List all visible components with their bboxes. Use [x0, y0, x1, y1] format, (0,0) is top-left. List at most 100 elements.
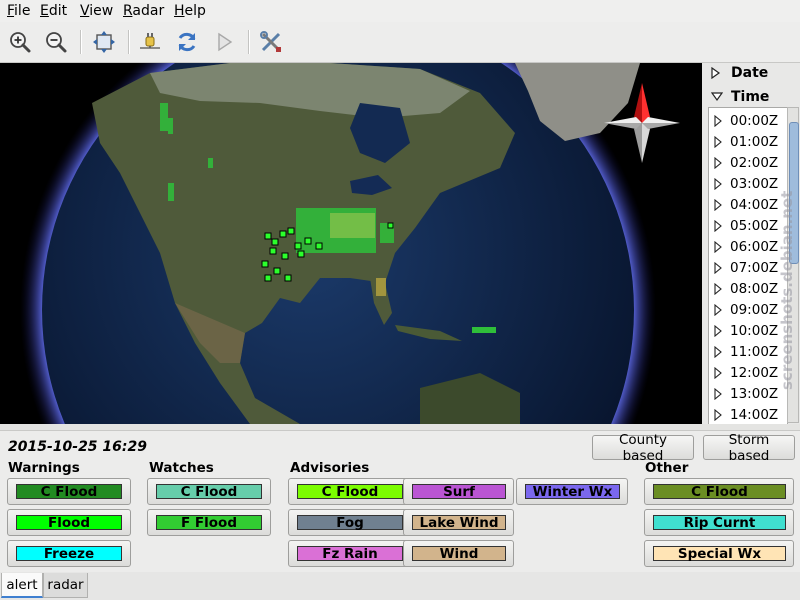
advisory-c-flood-button[interactable]: C Flood	[288, 478, 412, 505]
expand-right-icon	[714, 387, 722, 400]
expand-right-icon	[714, 345, 722, 358]
refresh-icon	[178, 32, 196, 52]
expand-right-icon	[714, 366, 722, 379]
time-list-item[interactable]: 13:00Z	[709, 383, 787, 404]
time-label: 01:00Z	[730, 133, 779, 150]
time-label: 00:00Z	[730, 112, 779, 129]
other-heading: Other	[645, 460, 689, 476]
time-label: 08:00Z	[730, 280, 779, 297]
advisory-fz-rain-button[interactable]: Fz Rain	[288, 540, 412, 567]
time-label: 10:00Z	[730, 322, 779, 339]
advisory-surf-label: Surf	[412, 484, 506, 500]
time-list-item[interactable]: 06:00Z	[709, 236, 787, 257]
alert-datetime: 2015-10-25 16:29	[8, 439, 147, 455]
time-list-item[interactable]: 02:00Z	[709, 152, 787, 173]
advisory-fog-label: Fog	[297, 515, 403, 531]
expand-right-icon	[714, 303, 722, 316]
other-rip-curnt-button[interactable]: Rip Curnt	[644, 509, 794, 536]
menu-file-label: File	[7, 3, 31, 19]
warning-flood-button[interactable]: Flood	[7, 509, 131, 536]
time-node[interactable]: Time	[711, 89, 769, 105]
expand-right-icon	[714, 135, 722, 148]
time-list-item[interactable]: 03:00Z	[709, 173, 787, 194]
settings-button[interactable]	[257, 28, 285, 56]
tab-alert[interactable]: alert	[1, 573, 43, 598]
advisory-wind-button[interactable]: Wind	[403, 540, 514, 567]
advisory-lake-wind-button[interactable]: Lake Wind	[403, 509, 514, 536]
toolbar-separator	[128, 30, 130, 54]
connect-button[interactable]	[136, 28, 164, 56]
tools-icon	[260, 31, 281, 52]
time-list-item[interactable]: 07:00Z	[709, 257, 787, 278]
menu-radar[interactable]: Radar	[123, 3, 164, 19]
expand-right-icon	[714, 114, 722, 127]
expand-right-icon	[714, 282, 722, 295]
time-list-item[interactable]: 10:00Z	[709, 320, 787, 341]
zoom-out-icon	[46, 32, 67, 53]
storm-based-button[interactable]: Storm based	[703, 432, 795, 464]
time-list-item[interactable]: 01:00Z	[709, 131, 787, 152]
alert-panel: 2015-10-25 16:29 County based Storm base…	[0, 430, 800, 573]
time-list-item[interactable]: 00:00Z	[709, 110, 787, 131]
time-list-item[interactable]: 05:00Z	[709, 215, 787, 236]
advisory-winter-wx-button[interactable]: Winter Wx	[516, 478, 628, 505]
time-list-item[interactable]: 14:00Z	[709, 404, 787, 424]
toolbar-separator	[248, 30, 250, 54]
time-label: 05:00Z	[730, 217, 779, 234]
watermark: screenshots.debian.net	[778, 190, 796, 390]
tab-radar[interactable]: radar	[43, 573, 88, 598]
other-c-flood-button[interactable]: C Flood	[644, 478, 794, 505]
warning-c-flood-label: C Flood	[16, 484, 122, 500]
radar-map[interactable]	[0, 63, 702, 424]
time-label: 03:00Z	[730, 175, 779, 192]
menu-view-label: View	[80, 3, 114, 19]
zoom-in-button[interactable]	[6, 28, 34, 56]
date-node[interactable]: Date	[711, 65, 768, 81]
time-list-item[interactable]: 04:00Z	[709, 194, 787, 215]
other-special-wx-label: Special Wx	[653, 546, 786, 562]
play-button[interactable]	[210, 28, 238, 56]
county-based-button[interactable]: County based	[592, 432, 694, 464]
time-label: 02:00Z	[730, 154, 779, 171]
time-label: 06:00Z	[730, 238, 779, 255]
time-label: Time	[731, 89, 770, 105]
zoom-out-button[interactable]	[42, 28, 70, 56]
time-list-item[interactable]: 09:00Z	[709, 299, 787, 320]
watch-c-flood-label: C Flood	[156, 484, 262, 500]
other-special-wx-button[interactable]: Special Wx	[644, 540, 794, 567]
menu-help-label: Help	[174, 3, 206, 19]
time-label: 04:00Z	[730, 196, 779, 213]
watch-c-flood-button[interactable]: C Flood	[147, 478, 271, 505]
menu-edit[interactable]: Edit	[40, 3, 67, 19]
time-list-item[interactable]: 11:00Z	[709, 341, 787, 362]
watches-heading: Watches	[149, 460, 214, 476]
warning-freeze-button[interactable]: Freeze	[7, 540, 131, 567]
date-label: Date	[731, 65, 769, 81]
plug-icon	[140, 33, 160, 49]
collapse-down-icon	[711, 92, 723, 102]
advisory-fz-rain-label: Fz Rain	[297, 546, 403, 562]
time-list-item[interactable]: 08:00Z	[709, 278, 787, 299]
time-label: 09:00Z	[730, 301, 779, 318]
fit-view-button[interactable]	[90, 28, 118, 56]
advisory-lake-wind-label: Lake Wind	[412, 515, 506, 531]
menu-help[interactable]: Help	[174, 3, 206, 19]
time-label: 13:00Z	[730, 385, 779, 402]
time-list-item[interactable]: 12:00Z	[709, 362, 787, 383]
refresh-button[interactable]	[173, 28, 201, 56]
warning-flood-label: Flood	[16, 515, 122, 531]
expand-right-icon	[714, 261, 722, 274]
menu-file[interactable]: File	[7, 3, 30, 19]
watch-f-flood-label: F Flood	[156, 515, 262, 531]
watch-f-flood-button[interactable]: F Flood	[147, 509, 271, 536]
other-rip-curnt-label: Rip Curnt	[653, 515, 786, 531]
globe-view	[0, 63, 702, 424]
advisory-surf-button[interactable]: Surf	[403, 478, 514, 505]
expand-right-icon	[714, 198, 722, 211]
expand-right-icon	[714, 177, 722, 190]
warning-c-flood-button[interactable]: C Flood	[7, 478, 131, 505]
other-c-flood-label: C Flood	[653, 484, 786, 500]
menu-view[interactable]: View	[80, 3, 113, 19]
advisory-fog-button[interactable]: Fog	[288, 509, 412, 536]
time-list[interactable]: 00:00Z 01:00Z 02:00Z 03:00Z 04:00Z 05:00Z 06:0…	[708, 107, 788, 425]
